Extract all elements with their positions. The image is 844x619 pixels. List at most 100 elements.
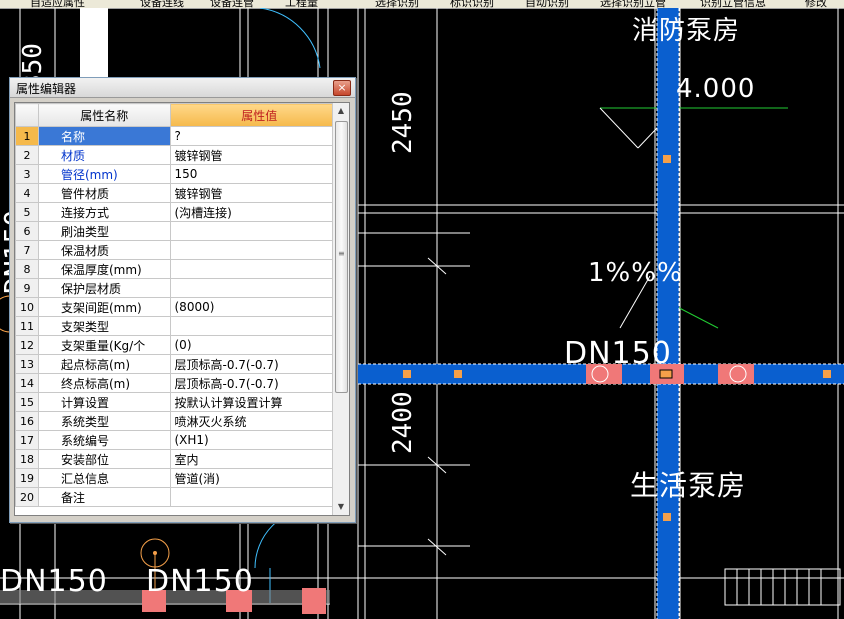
property-row[interactable]: 15 计算设置 按默认计算设置计算 (15, 392, 349, 412)
property-row[interactable]: 3 管径(mm) 150 (15, 164, 349, 184)
dim-lower: 2400 (388, 391, 418, 454)
row-number: 19 (15, 468, 39, 488)
property-name: 名称 (38, 126, 171, 146)
property-name: 汇总信息 (38, 468, 171, 488)
property-row[interactable]: 10 支架间距(mm) (8000) (15, 297, 349, 317)
property-row[interactable]: 1 名称? (15, 126, 349, 146)
property-editor-titlebar[interactable]: 属性编辑器 × (10, 78, 355, 98)
property-row[interactable]: 14 终点标高(m) 层顶标高-0.7(-0.7) (15, 373, 349, 393)
property-row[interactable]: 6 刷油类型 (15, 221, 349, 241)
property-name: 支架间距(mm) (38, 297, 171, 317)
property-value[interactable] (169, 221, 349, 241)
property-table-header: 属性名称 属性值 (15, 103, 349, 127)
pipe-joint (718, 364, 754, 384)
property-name: 终点标高(m) (38, 373, 171, 393)
property-value[interactable]: 150 (169, 164, 349, 184)
property-value[interactable]: 镀锌钢管 (169, 183, 349, 203)
label-slope: 1%%% (588, 258, 683, 288)
property-name: 系统编号 (38, 430, 171, 450)
row-number: 8 (15, 259, 39, 279)
row-number: 4 (15, 183, 39, 203)
property-value[interactable]: (0) (169, 335, 349, 355)
property-value[interactable]: 镀锌钢管 (169, 145, 349, 165)
row-number: 3 (15, 164, 39, 184)
property-row[interactable]: 11 支架类型 (15, 316, 349, 336)
property-table: 属性名称 属性值 1 名称? 2 材质 镀锌钢管 3 管径(mm) 150 4 管件材质 镀锌钢管 5… (15, 103, 349, 507)
row-number: 15 (15, 392, 39, 412)
property-editor-title: 属性编辑器 (16, 82, 77, 96)
property-row[interactable]: 16 系统类型 喷淋灭火系统 (15, 411, 349, 431)
property-value[interactable] (169, 487, 349, 507)
row-number: 5 (15, 202, 39, 222)
property-value[interactable]: 室内 (169, 449, 349, 469)
property-row[interactable]: 8 保温厚度(mm) (15, 259, 349, 279)
elevation-triangle (599, 107, 639, 149)
property-value[interactable] (169, 240, 349, 260)
close-icon[interactable]: × (333, 80, 351, 96)
grip-icon: ≡ (338, 249, 345, 258)
property-value[interactable]: 层顶标高-0.7(-0.7) (169, 354, 349, 374)
property-name: 材质 (38, 145, 171, 165)
property-value[interactable]: (8000) (169, 297, 349, 317)
label-bottom-pipe-2: DN150 (146, 564, 254, 599)
row-number: 9 (15, 278, 39, 298)
property-row[interactable]: 7 保温材质 (15, 240, 349, 260)
stair-block (724, 568, 841, 606)
scroll-up-icon[interactable]: ▲ (333, 103, 349, 119)
stair-hatch (736, 569, 822, 605)
scroll-down-icon[interactable]: ▼ (333, 499, 349, 515)
property-row[interactable]: 2 材质 镀锌钢管 (15, 145, 349, 165)
property-name: 刷油类型 (38, 221, 171, 241)
property-name: 支架类型 (38, 316, 171, 336)
property-value[interactable]: (XH1) (169, 430, 349, 450)
pipe-joint (302, 588, 326, 614)
row-number: 7 (15, 240, 39, 260)
property-row[interactable]: 5 连接方式 (沟槽连接) (15, 202, 349, 222)
property-name: 保温厚度(mm) (38, 259, 171, 279)
property-row[interactable]: 9 保护层材质 (15, 278, 349, 298)
property-name: 安装部位 (38, 449, 171, 469)
row-number: 18 (15, 449, 39, 469)
property-scrollbar[interactable]: ▲ ≡ ▼ (332, 103, 349, 515)
property-value[interactable] (169, 316, 349, 336)
property-grid: 属性名称 属性值 1 名称? 2 材质 镀锌钢管 3 管径(mm) 150 4 管件材质 镀锌钢管 5… (14, 102, 350, 516)
property-value[interactable] (169, 278, 349, 298)
property-value[interactable]: ? (169, 126, 349, 146)
property-name: 管件材质 (38, 183, 171, 203)
property-name: 保护层材质 (38, 278, 171, 298)
property-row[interactable]: 13 起点标高(m) 层顶标高-0.7(-0.7) (15, 354, 349, 374)
scrollbar-thumb[interactable]: ≡ (335, 121, 348, 393)
dim-upper: 2450 (388, 91, 418, 154)
property-row[interactable]: 12 支架重量(Kg/个 (0) (15, 335, 349, 355)
row-number: 13 (15, 354, 39, 374)
label-living-pump-room: 生活泵房 (630, 469, 747, 502)
property-row[interactable]: 17 系统编号 (XH1) (15, 430, 349, 450)
property-name: 保温材质 (38, 240, 171, 260)
property-value[interactable] (169, 259, 349, 279)
pipe-node (403, 370, 411, 378)
property-value[interactable]: 喷淋灭火系统 (169, 411, 349, 431)
label-bottom-pipe-1: DN150 (0, 564, 108, 599)
property-row[interactable]: 19 汇总信息 管道(消) (15, 468, 349, 488)
row-number: 11 (15, 316, 39, 336)
row-number: 16 (15, 411, 39, 431)
property-name: 计算设置 (38, 392, 171, 412)
property-value[interactable]: (沟槽连接) (169, 202, 349, 222)
property-name: 备注 (38, 487, 171, 507)
property-name: 连接方式 (38, 202, 171, 222)
property-row[interactable]: 4 管件材质 镀锌钢管 (15, 183, 349, 203)
label-pipe-dn150: DN150 (564, 336, 672, 371)
property-value[interactable]: 按默认计算设置计算 (169, 392, 349, 412)
pipe-node (663, 155, 671, 163)
row-number: 12 (15, 335, 39, 355)
property-value[interactable]: 管道(消) (169, 468, 349, 488)
header-name: 属性名称 (38, 103, 171, 127)
row-number: 17 (15, 430, 39, 450)
door-arc (259, 8, 321, 69)
pipe-node (663, 513, 671, 521)
row-number: 1 (15, 126, 39, 146)
property-value[interactable]: 层顶标高-0.7(-0.7) (169, 373, 349, 393)
property-row[interactable]: 18 安装部位 室内 (15, 449, 349, 469)
pipe-node (454, 370, 462, 378)
property-row[interactable]: 20 备注 (15, 487, 349, 507)
